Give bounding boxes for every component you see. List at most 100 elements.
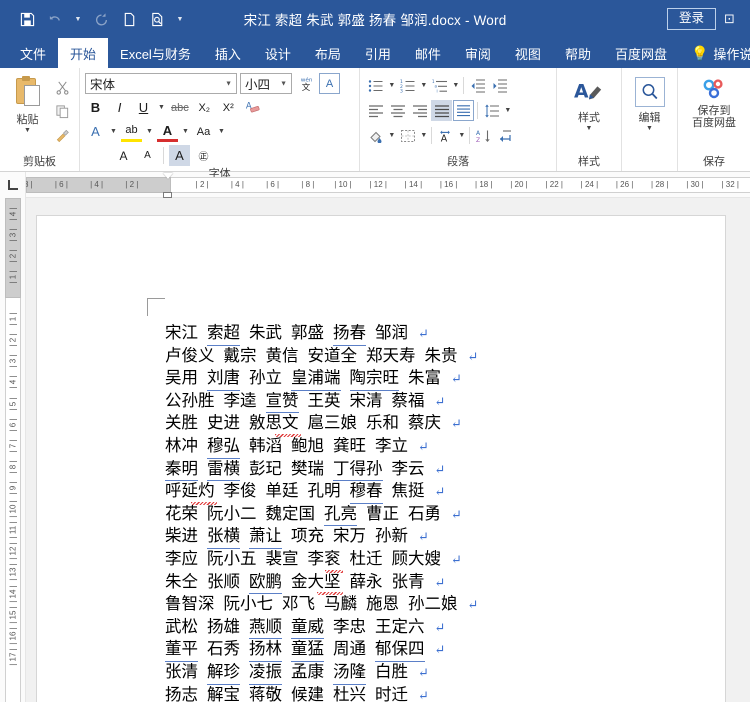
document-line[interactable]: 武松 扬雄 燕顺 童威 李忠 王定六 ↵ <box>165 616 585 640</box>
document-name[interactable]: 马麟 <box>324 593 357 616</box>
tab-layout[interactable]: 布局 <box>303 38 353 68</box>
document-name-underlined[interactable]: 欧鹏 <box>249 571 282 595</box>
document-name[interactable]: 花荣 <box>165 503 198 526</box>
document-line[interactable]: 秦明 雷横 彭玘 樊瑞 丁得孙 李云 ↵ <box>165 458 585 482</box>
document-line[interactable]: 关胜 史进 敫思文 扈三娘 乐和 蔡庆 ↵ <box>165 412 585 437</box>
tab-baidu-netdisk[interactable]: 百度网盘 <box>603 38 679 68</box>
document-name[interactable]: 郑天寿 <box>366 345 416 368</box>
document-line[interactable]: 鲁智深 阮小七 邓飞 马麟 施恩 孙二娘 ↵ <box>165 593 585 616</box>
document-name[interactable]: 蔡福 <box>392 390 425 413</box>
document-name[interactable]: 时迁 <box>375 684 408 702</box>
multilevel-list-icon[interactable]: 1ai <box>429 75 450 96</box>
document-name[interactable]: 郭盛 <box>291 322 324 345</box>
copy-icon[interactable] <box>50 101 74 122</box>
highlight-caret-icon[interactable]: ▼ <box>145 128 154 135</box>
save-to-baidu-button[interactable]: 保存到 百度网盘 <box>683 73 745 129</box>
document-line[interactable]: 公孙胜 李逵 宣赞 王英 宋清 蔡福 ↵ <box>165 390 585 414</box>
phonetic-guide-icon[interactable]: wén 文 <box>295 73 316 94</box>
document-line[interactable]: 董平 石秀 扬林 童猛 周通 郁保四 ↵ <box>165 638 585 662</box>
document-name-underlined[interactable]: 孔亮 <box>324 503 357 527</box>
document-name[interactable]: 蒋敬 <box>249 684 282 702</box>
document-page[interactable]: 宋江 索超 朱武 郭盛 扬春 邹润 ↵ 卢俊义 戴宗 黄信 安道全 郑天寿 朱贵 ↵ 吴用 刘唐 孙立 皇浦端 陶宗… <box>37 216 725 702</box>
document-name-underlined[interactable]: 秦明 <box>165 458 198 482</box>
document-name[interactable]: 王英 <box>308 390 341 413</box>
tab-mailings[interactable]: 邮件 <box>403 38 453 68</box>
bullet-list-caret-icon[interactable]: ▼ <box>387 82 396 89</box>
align-center-icon[interactable] <box>387 100 408 121</box>
document-name[interactable]: 韩滔 <box>249 435 282 458</box>
font-name-combobox[interactable]: 宋体 ▼ <box>85 73 237 94</box>
document-line[interactable]: 呼延灼 李俊 单廷 孔明 穆春 焦挺 ↵ <box>165 480 585 505</box>
document-name-underlined[interactable]: 丁得孙 <box>333 458 383 482</box>
tab-design[interactable]: 设计 <box>253 38 303 68</box>
borders-caret-icon[interactable]: ▼ <box>419 132 428 139</box>
text-effects-button[interactable]: A <box>85 121 106 142</box>
tell-me-search[interactable]: 💡 操作说 <box>679 38 750 68</box>
document-line[interactable]: 张清 解珍 凌振 孟康 汤隆 白胜 ↵ <box>165 661 585 685</box>
tab-stop-selector[interactable] <box>0 172 26 198</box>
align-right-icon[interactable] <box>409 100 430 121</box>
document-name[interactable]: 扬雄 <box>207 616 240 639</box>
paste-caret-icon[interactable]: ▼ <box>24 127 31 135</box>
document-name[interactable]: 朱富 <box>408 367 441 390</box>
document-name[interactable]: 吴用 <box>165 367 198 390</box>
document-name[interactable]: 李俊 <box>224 480 257 503</box>
tab-references[interactable]: 引用 <box>353 38 403 68</box>
document-name[interactable]: 鲍旭 <box>291 435 324 458</box>
sort-icon[interactable]: AZ <box>473 125 494 146</box>
distribute-icon[interactable] <box>453 100 475 121</box>
bullet-list-icon[interactable] <box>365 75 386 96</box>
document-line[interactable]: 吴用 刘唐 孙立 皇浦端 陶宗旺 朱富 ↵ <box>165 367 585 391</box>
document-name[interactable]: 安道全 <box>308 345 358 368</box>
document-name[interactable]: 李云 <box>392 458 425 481</box>
document-name[interactable]: 阮小七 <box>224 593 274 616</box>
document-name-underlined[interactable]: 扬春 <box>333 322 366 346</box>
document-name[interactable]: 金大坚 <box>291 571 342 595</box>
paste-button[interactable]: 粘贴 ▼ <box>5 73 50 135</box>
align-left-icon[interactable] <box>365 100 386 121</box>
document-name[interactable]: 张顺 <box>207 571 240 594</box>
document-name[interactable]: 关胜 <box>165 412 198 435</box>
document-name[interactable]: 孙立 <box>249 367 282 390</box>
document-name[interactable]: 石秀 <box>207 638 240 661</box>
document-name[interactable]: 樊瑞 <box>291 458 324 481</box>
numbered-list-caret-icon[interactable]: ▼ <box>419 82 428 89</box>
document-name[interactable]: 龚旺 <box>333 435 366 458</box>
sign-in-button[interactable]: 登录 <box>666 8 716 30</box>
document-line[interactable]: 花荣 阮小二 魏定国 孔亮 曹正 石勇 ↵ <box>165 503 585 527</box>
numbered-list-icon[interactable]: 123 <box>397 75 418 96</box>
document-name-underlined[interactable]: 解宝 <box>207 684 240 702</box>
clear-formatting-icon[interactable]: A <box>242 97 263 118</box>
document-name-underlined[interactable]: 宣赞 <box>265 390 299 414</box>
character-border-icon[interactable]: A <box>319 73 340 94</box>
document-name[interactable]: 石勇 <box>408 503 441 526</box>
document-name[interactable]: 李应 <box>165 548 198 571</box>
document-name[interactable]: 张清 <box>165 661 198 684</box>
document-name[interactable]: 阮小五 <box>207 548 257 571</box>
document-name[interactable]: 李衮 <box>308 548 343 573</box>
document-line[interactable]: 卢俊义 戴宗 黄信 安道全 郑天寿 朱贵 ↵ <box>165 345 585 368</box>
change-case-button[interactable]: Aa <box>193 121 214 142</box>
document-name[interactable]: 杜迁 <box>350 548 383 571</box>
document-name[interactable]: 宋清 <box>350 390 383 413</box>
document-name[interactable]: 柴进 <box>165 525 198 548</box>
document-name[interactable]: 王定六 <box>375 616 425 639</box>
document-text-body[interactable]: 宋江 索超 朱武 郭盛 扬春 邹润 ↵ 卢俊义 戴宗 黄信 安道全 郑天寿 朱贵 ↵ 吴用 刘唐 孙立 皇浦端 陶宗… <box>165 322 585 702</box>
document-name[interactable]: 戴宗 <box>224 345 257 368</box>
document-name[interactable]: 张青 <box>392 571 425 594</box>
tab-insert[interactable]: 插入 <box>203 38 253 68</box>
font-name-caret-icon[interactable]: ▼ <box>225 80 232 87</box>
increase-indent-icon[interactable] <box>489 75 510 96</box>
document-name[interactable]: 卢俊义 <box>165 345 215 368</box>
document-name-underlined[interactable]: 皇浦端 <box>291 367 341 391</box>
save-icon[interactable] <box>14 6 40 32</box>
document-name[interactable]: 敫思文 <box>249 412 300 437</box>
document-name-underlined[interactable]: 董平 <box>165 638 198 662</box>
tab-help[interactable]: 帮助 <box>553 38 603 68</box>
document-name[interactable]: 项充 <box>291 525 324 548</box>
subscript-button[interactable]: X₂ <box>194 97 215 118</box>
document-canvas[interactable]: 宋江 索超 朱武 郭盛 扬春 邹润 ↵ 卢俊义 戴宗 黄信 安道全 郑天寿 朱贵 ↵ 吴用 刘唐 孙立 皇浦端 陶宗… <box>26 198 750 702</box>
document-name[interactable]: 武松 <box>165 616 198 639</box>
document-name[interactable]: 史进 <box>207 412 240 435</box>
document-name-underlined[interactable]: 郁保四 <box>375 638 425 662</box>
